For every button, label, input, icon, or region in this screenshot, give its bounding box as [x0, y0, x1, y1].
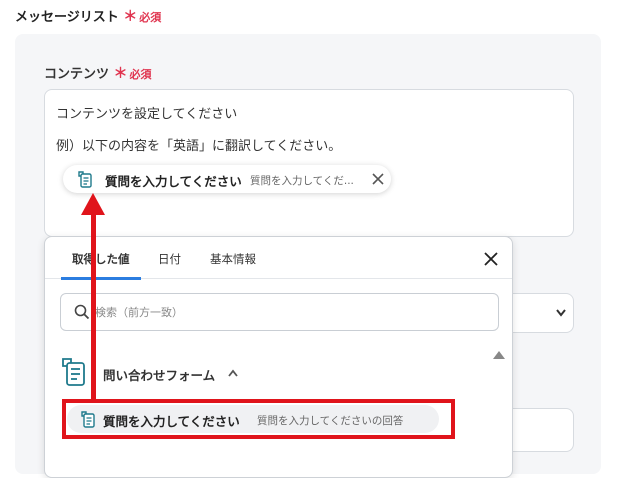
scroll-up-arrow[interactable] — [493, 351, 505, 359]
content-line-2: 例）以下の内容を「英語」に翻訳してください。 — [56, 139, 342, 154]
content-textarea[interactable]: コンテンツを設定してください 例）以下の内容を「英語」に翻訳してください。 — [44, 89, 574, 237]
highlight-arrow-shaft — [91, 208, 96, 401]
search-box[interactable] — [60, 293, 499, 331]
form-doc-icon — [78, 171, 92, 188]
scrollbar[interactable] — [491, 363, 505, 477]
variable-chip[interactable]: 質問を入力してください 質問を入力してくだ... — [63, 165, 391, 193]
tab-basic-info[interactable]: 基本情報 — [210, 251, 256, 267]
content-line-1: コンテンツを設定してください — [56, 107, 238, 122]
value-picker-popup: 取得した値 日付 基本情報 問い合わせフォーム 質問を入力してくだ — [44, 236, 513, 478]
tab-date[interactable]: 日付 — [158, 251, 181, 267]
search-icon — [74, 304, 90, 320]
active-tab-indicator — [61, 277, 141, 280]
content-required-badge: ＊必須 — [113, 66, 152, 82]
chip-label: 質問を入力してください — [105, 174, 242, 189]
required-badge: ＊必須 — [123, 9, 162, 25]
chevron-up-icon[interactable] — [227, 368, 239, 378]
chip-sublabel: 質問を入力してくだ... — [250, 175, 354, 187]
section-title-label: メッセージリスト — [15, 10, 119, 25]
tab-acquired-values[interactable]: 取得した値 — [72, 251, 130, 267]
popup-close-icon[interactable] — [483, 251, 499, 267]
section-title: メッセージリスト ＊必須 — [15, 6, 161, 26]
group-label[interactable]: 問い合わせフォーム — [103, 365, 215, 384]
chip-close-icon[interactable] — [370, 171, 386, 187]
chevron-down-icon — [556, 309, 566, 317]
form-group-icon — [62, 358, 85, 386]
content-field-label: コンテンツ ＊必須 — [44, 63, 152, 83]
highlight-arrow-head — [81, 193, 105, 215]
content-label-text: コンテンツ — [44, 67, 110, 82]
search-input[interactable] — [95, 303, 485, 321]
highlight-box — [62, 399, 455, 439]
